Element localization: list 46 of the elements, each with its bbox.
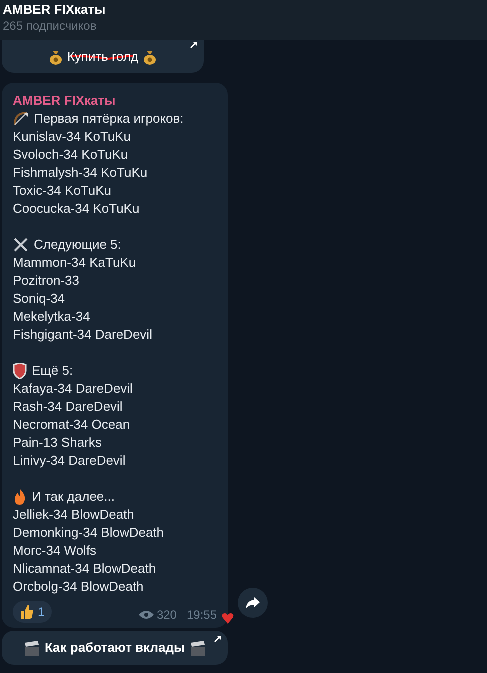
section-heading: Следующие 5: [34,236,122,254]
view-count: 320 [156,607,177,624]
player-line: Pain-13 Sharks [13,434,103,452]
player-line: Demonking-34 BlowDeath [13,524,166,542]
money-bag-icon [49,50,64,64]
section-heading: Первая пятёрка игроков: [34,110,184,128]
player-line: Toxic-34 KoTuKu [13,182,113,200]
player-line: Svoloch-34 KoTuKu [13,146,130,164]
message-author: AMBER FIXкаты [13,92,117,110]
clapperboard-icon [190,640,206,656]
player-line: Kafaya-34 DareDevil [13,380,134,398]
player-line: Fishmalysh-34 KoTuKu [13,164,149,182]
heart-icon [222,613,234,624]
crossed-swords-icon [13,237,29,253]
clapperboard-icon [24,640,40,656]
share-arrow-icon [246,597,260,609]
bow-and-arrow-icon [13,111,29,127]
fire-icon [13,489,27,505]
channel-title: AMBER FIXкаты [3,1,107,18]
share-button[interactable] [238,588,268,618]
player-line: Pozitron-33 [13,272,80,290]
player-line: Kunislav-34 KoTuKu [13,128,132,146]
reaction-chip[interactable]: 1 [13,601,52,623]
player-line: Jelliek-34 BlowDeath [13,506,136,524]
player-line: Rash-34 DareDevil [13,398,124,416]
player-line: Nlicamnat-34 BlowDeath [13,560,158,578]
player-line: Soniq-34 [13,290,66,308]
link-arrow-icon [190,41,198,49]
player-line: Morc-34 Wolfs [13,542,98,560]
thumbs-up-icon [20,605,34,619]
section-heading: Ещё 5: [32,362,74,380]
section-heading: И так далее... [32,488,115,506]
money-bag-icon [142,50,157,64]
deposits-button[interactable]: Как работают вклады [2,631,228,665]
link-arrow-icon [214,635,222,643]
player-line: Fishgigant-34 DareDevil [13,326,154,344]
subscriber-count: 265 подписчиков [3,18,98,35]
message-time: 19:55 [186,607,217,624]
player-line: Mekelytka-34 [13,308,92,326]
player-line: Mammon-34 KaTuKu [13,254,138,272]
player-line: Necromat-34 Ocean [13,416,132,434]
player-line: Orcbolg-34 BlowDeath [13,578,145,596]
player-line: Linivy-34 DareDevil [13,452,127,470]
eye-icon [138,610,154,620]
player-line: Coocucka-34 KoTuKu [13,200,141,218]
shield-icon [13,363,27,379]
